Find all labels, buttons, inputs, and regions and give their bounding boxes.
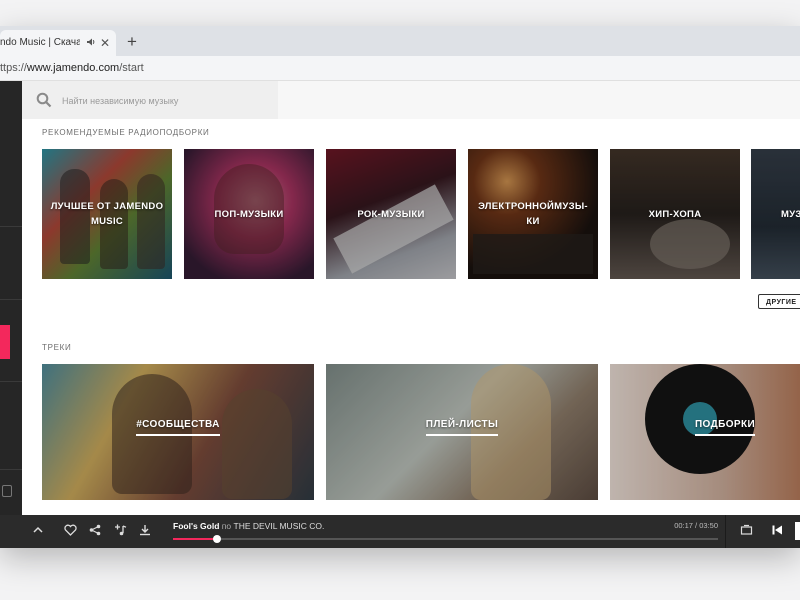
address-bar[interactable]: ttps://www.jamendo.com/start [0, 56, 800, 81]
previous-track-icon[interactable] [769, 524, 785, 540]
radio-tile-label: ПОП-МУЗЫКИ [214, 208, 284, 220]
track-artist[interactable]: THE DEVIL MUSIC CO. [234, 521, 325, 531]
playback-time: 00:17 / 03:50 [674, 521, 718, 530]
track-by: по [221, 521, 232, 531]
track-tile-label: #СООБЩЕСТВА [42, 419, 314, 436]
play-button-edge[interactable] [795, 522, 800, 540]
search-input[interactable] [60, 91, 264, 111]
url-path: /start [119, 62, 144, 74]
tab-strip: ndo Music | Скачать ✕ + [0, 26, 800, 56]
sidebar-active-item[interactable] [0, 325, 10, 359]
url-host: www.jamendo.com [26, 62, 120, 74]
new-tab-button[interactable]: + [124, 32, 140, 52]
more-radios-button[interactable]: ДРУГИЕ [758, 294, 800, 309]
radio-tile-electronic[interactable]: ЭЛЕКТРОННОЙМУЗЫ-КИ [468, 149, 598, 279]
sidebar-divider [0, 226, 22, 227]
jamendo-app: РЕКОМЕНДУЕМЫЕ РАДИОПОДБОРКИ ЛУЧШЕЕ ОТ JA… [0, 81, 800, 548]
radio-tile-label: ЭЛЕКТРОННОЙМУЗЫ-КИ [478, 201, 588, 227]
now-playing: Fool's Gold по THE DEVIL MUSIC CO. [173, 521, 324, 531]
track-tile-label-text: #СООБЩЕСТВА [136, 419, 220, 436]
tracks-section-title: ТРЕКИ [42, 343, 72, 352]
track-title[interactable]: Fool's Gold [173, 521, 219, 531]
progress-fill [173, 538, 217, 540]
track-tile-playlists[interactable]: ПЛЕЙ-ЛИСТЫ [326, 364, 598, 500]
radio-tile-hiphop[interactable]: ХИП-ХОПА [610, 149, 740, 279]
sidebar [0, 81, 22, 548]
search-icon[interactable] [36, 92, 52, 108]
player-bar: Fool's Gold по THE DEVIL MUSIC CO. 00:17… [0, 515, 800, 548]
add-to-playlist-icon[interactable] [112, 524, 128, 540]
browser-window: ndo Music | Скачать ✕ + ttps://www.jamen… [0, 26, 800, 548]
heart-icon[interactable] [62, 524, 78, 540]
track-tile-community[interactable]: #СООБЩЕСТВА [42, 364, 314, 500]
header-area [278, 81, 800, 119]
track-tile-label: ПОДБОРКИ [650, 419, 800, 436]
url-scheme: ttps:// [0, 62, 27, 74]
radio-tile-rock[interactable]: РОК-МУЗЫКИ [326, 149, 456, 279]
tab-title: ndo Music | Скачать [0, 37, 80, 48]
track-tile-collections[interactable]: ПОДБОРКИ [610, 364, 800, 500]
sidebar-divider [0, 381, 22, 382]
search-bar [22, 81, 278, 119]
queue-icon[interactable] [738, 524, 754, 540]
sidebar-device-icon[interactable] [2, 485, 12, 497]
radio-tile-best[interactable]: ЛУЧШЕЕ ОТ JAMENDO MUSIC [42, 149, 172, 279]
radio-tile-pop[interactable]: ПОП-МУЗЫКИ [184, 149, 314, 279]
url-text[interactable]: ttps://www.jamendo.com/start [0, 56, 144, 80]
sidebar-divider [0, 299, 22, 300]
radio-tile-label: РОК-МУЗЫКИ [357, 208, 425, 220]
radio-tile-more[interactable]: МУЗ [751, 149, 800, 279]
player-divider [725, 515, 726, 548]
track-tile-label-text: ПЛЕЙ-ЛИСТЫ [425, 419, 499, 436]
radio-tile-label: ЛУЧШЕЕ ОТ JAMENDO MUSIC [50, 201, 164, 227]
track-tile-label-text: ПОДБОРКИ [694, 419, 756, 436]
close-tab-icon[interactable]: ✕ [100, 30, 110, 56]
radios-section-title: РЕКОМЕНДУЕМЫЕ РАДИОПОДБОРКИ [42, 128, 210, 137]
download-icon[interactable] [137, 524, 153, 540]
browser-tab[interactable]: ndo Music | Скачать ✕ [0, 30, 116, 56]
speaker-icon[interactable] [86, 30, 96, 56]
radio-tile-label: ХИП-ХОПА [648, 208, 702, 220]
progress-bar[interactable] [173, 535, 718, 543]
track-tile-label: ПЛЕЙ-ЛИСТЫ [326, 419, 598, 436]
sidebar-divider [0, 469, 22, 470]
radio-tile-label: МУЗ [781, 208, 800, 220]
chevron-up-icon[interactable] [30, 524, 46, 540]
share-icon[interactable] [87, 524, 103, 540]
progress-knob[interactable] [212, 535, 221, 543]
